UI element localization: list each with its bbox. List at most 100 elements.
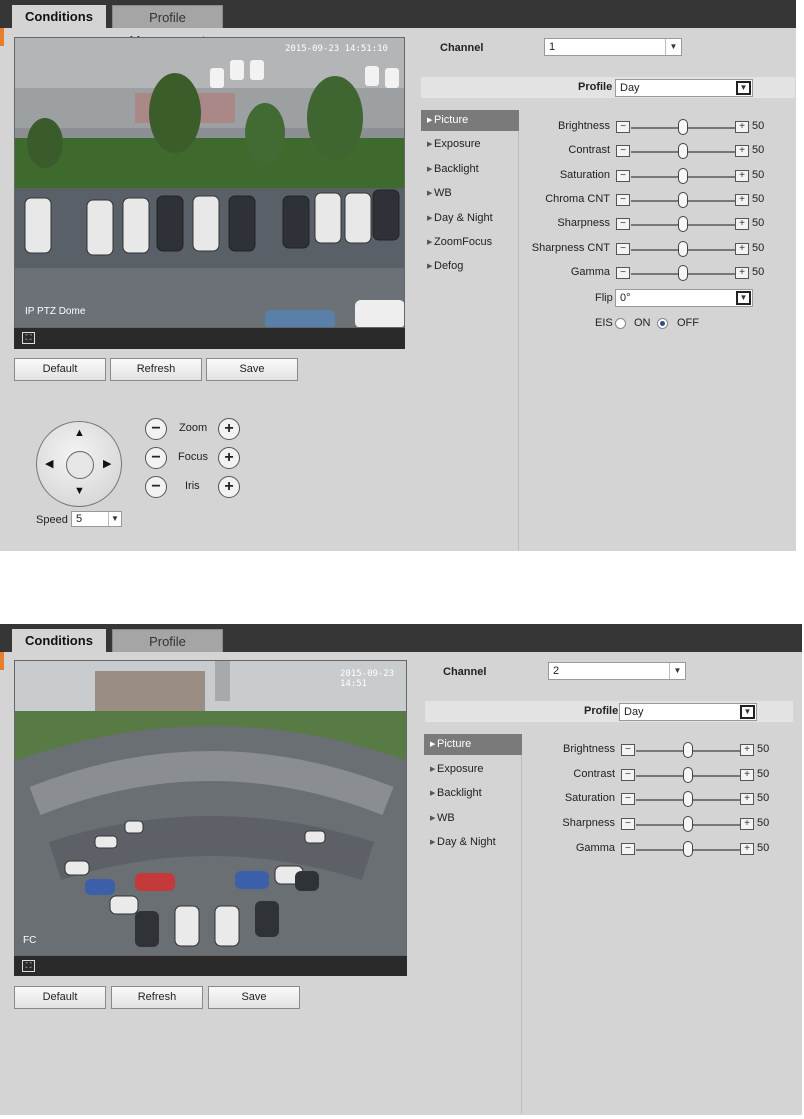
video-preview[interactable]: 2015-09-23 14:51:10 IP PTZ Dome [14, 37, 405, 328]
contrast-value: 50 [752, 144, 765, 157]
contrast-slider-thumb[interactable] [678, 143, 688, 160]
gamma-slider-thumb[interactable] [678, 264, 688, 281]
ptz-center-button[interactable] [66, 451, 94, 479]
brightness-slider-thumb[interactable] [678, 119, 688, 135]
sharpness-slider-thumb[interactable] [683, 816, 693, 833]
fullscreen-icon[interactable]: ⛶ [22, 960, 35, 972]
chroma-cnt-slider-thumb[interactable] [678, 191, 688, 208]
brightness-minus-icon[interactable]: − [621, 744, 635, 756]
accent-marker [0, 652, 4, 670]
gamma-plus-icon[interactable]: + [740, 842, 754, 855]
sharpness-cnt-value: 50 [752, 241, 765, 254]
gamma-minus-icon[interactable]: − [616, 266, 630, 279]
refresh-button[interactable]: Refresh [110, 358, 202, 381]
chroma-cnt-value: 50 [752, 192, 765, 205]
accent-marker [0, 28, 4, 46]
sharpness-plus-icon[interactable]: + [735, 218, 749, 231]
brightness-value: 50 [757, 743, 770, 755]
sharpness-plus-icon[interactable]: + [740, 818, 754, 831]
zoom-plus-icon[interactable]: + [218, 418, 240, 440]
tab-profile-management[interactable]: Profile Management [112, 5, 223, 48]
triangle-right-icon: ▶ [427, 141, 433, 149]
default-button[interactable]: Default [14, 986, 106, 1009]
contrast-minus-icon[interactable]: − [616, 145, 630, 158]
sharpness-label: Sharpness [557, 217, 610, 230]
contrast-minus-icon[interactable]: − [621, 768, 635, 781]
channel-select[interactable]: 2 ▼ [548, 662, 686, 680]
fullscreen-icon[interactable]: ⛶ [22, 332, 35, 344]
default-button[interactable]: Default [14, 358, 106, 381]
gamma-plus-icon[interactable]: + [735, 266, 749, 279]
channel-select[interactable]: 1 ▼ [544, 38, 682, 56]
iris-minus-icon[interactable]: − [145, 476, 167, 498]
sharpness-cnt-plus-icon[interactable]: + [735, 242, 749, 255]
flip-label: Flip [595, 292, 613, 304]
profile-select[interactable]: Day ▼ [619, 703, 757, 721]
sharpness-minus-icon[interactable]: − [621, 818, 635, 831]
sharpness-minus-icon[interactable]: − [616, 218, 630, 231]
profile-label: Profile [578, 81, 613, 93]
video-preview[interactable]: 2015-09-23 14:51 FC [14, 660, 407, 956]
brightness-plus-icon[interactable]: + [740, 744, 754, 756]
profile-row: Profile Day ▼ [421, 77, 795, 98]
zoom-label: Zoom [179, 422, 208, 434]
profile-select[interactable]: Day ▼ [615, 79, 753, 97]
triangle-right-icon: ▶ [430, 765, 436, 773]
gamma-minus-icon[interactable]: − [621, 842, 635, 855]
arrow-up-icon[interactable]: ▲ [74, 427, 85, 439]
speed-value: 5 [76, 513, 83, 525]
chevron-down-icon: ▼ [669, 663, 685, 679]
video-toolbar: ⛶ [14, 328, 405, 349]
focus-minus-icon[interactable]: − [145, 447, 167, 469]
brightness-slider-thumb[interactable] [683, 742, 693, 758]
brightness-minus-icon[interactable]: − [616, 121, 630, 133]
iris-plus-icon[interactable]: + [218, 476, 240, 498]
zoom-minus-icon[interactable]: − [145, 418, 167, 440]
saturation-plus-icon[interactable]: + [735, 169, 749, 182]
sharpness-cnt-minus-icon[interactable]: − [616, 242, 630, 255]
brightness-plus-icon[interactable]: + [735, 121, 749, 133]
brightness-label: Brightness [563, 743, 615, 755]
saturation-slider-thumb[interactable] [683, 791, 693, 808]
saturation-plus-icon[interactable]: + [740, 793, 754, 806]
focus-plus-icon[interactable]: + [218, 447, 240, 469]
menu-item-label: Day & Night [434, 211, 493, 224]
saturation-value: 50 [752, 168, 765, 181]
flip-select[interactable]: 0° ▼ [615, 289, 753, 307]
save-button[interactable]: Save [208, 986, 300, 1009]
chroma-cnt-plus-icon[interactable]: + [735, 193, 749, 206]
eis-on-radio[interactable] [615, 318, 626, 329]
saturation-minus-icon[interactable]: − [621, 793, 635, 806]
ptz-direction-pad[interactable]: ▲ ▼ ◀ ▶ [36, 421, 122, 507]
refresh-button[interactable]: Refresh [111, 986, 203, 1009]
tab-profile-management[interactable]: Profile Management [112, 629, 223, 672]
sharpness-slider-thumb[interactable] [678, 216, 688, 233]
speed-select[interactable]: 5 ▼ [71, 511, 122, 527]
menu-item-label: Backlight [434, 162, 479, 175]
saturation-minus-icon[interactable]: − [616, 169, 630, 182]
menu-item-label: Exposure [437, 762, 484, 775]
sharpness-cnt-slider-thumb[interactable] [678, 240, 688, 257]
arrow-down-icon[interactable]: ▼ [74, 485, 85, 497]
tab-conditions[interactable]: Conditions [12, 629, 106, 652]
video-camera-name: IP PTZ Dome [25, 306, 86, 317]
saturation-slider-thumb[interactable] [678, 167, 688, 184]
arrow-right-icon[interactable]: ▶ [103, 457, 111, 470]
channel-value: 2 [553, 665, 560, 677]
contrast-slider-thumb[interactable] [683, 766, 693, 783]
triangle-right-icon: ▶ [427, 190, 433, 198]
eis-off-radio[interactable] [657, 318, 668, 329]
contrast-plus-icon[interactable]: + [735, 145, 749, 158]
triangle-right-icon: ▶ [430, 814, 436, 822]
conditions-panel-channel-2: Conditions Profile Management [0, 624, 802, 1115]
channel-label: Channel [440, 42, 484, 54]
contrast-value: 50 [757, 767, 770, 780]
tab-conditions[interactable]: Conditions [12, 5, 106, 28]
chevron-down-icon: ▼ [108, 512, 121, 526]
save-button[interactable]: Save [206, 358, 298, 381]
arrow-left-icon[interactable]: ◀ [45, 457, 53, 470]
eis-on-label: ON [634, 317, 651, 329]
contrast-plus-icon[interactable]: + [740, 768, 754, 781]
gamma-slider-thumb[interactable] [683, 840, 693, 857]
chroma-cnt-minus-icon[interactable]: − [616, 193, 630, 206]
